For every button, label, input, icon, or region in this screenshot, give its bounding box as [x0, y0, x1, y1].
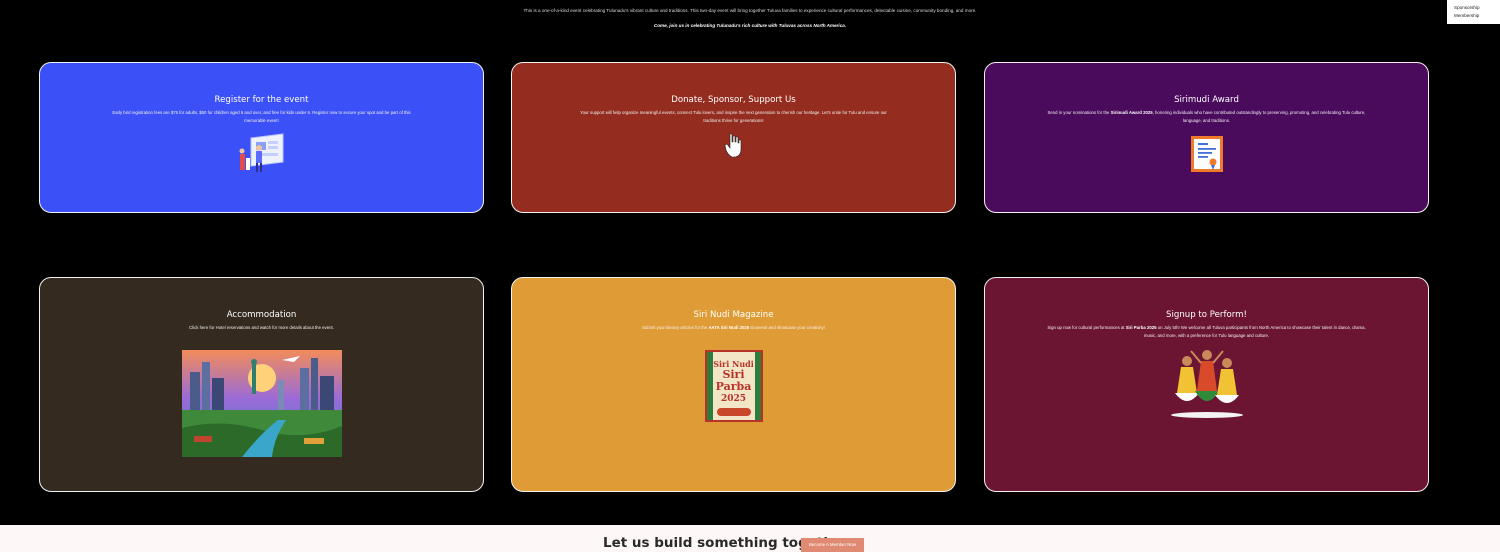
nav-dropdown-menu: Sponsorship Membership: [1447, 0, 1500, 24]
city-collage-image: [181, 350, 342, 458]
card-title: Register for the event: [214, 95, 309, 105]
card-title: Sirimudi Award: [1174, 95, 1239, 105]
card-text: Your support will help organize meaningf…: [580, 110, 887, 124]
card-text: Send in your nominations for the Sirimud…: [1047, 110, 1366, 124]
card-register[interactable]: Register for the event Early bird regist…: [39, 62, 484, 213]
magazine-title: Siri Nudi: [713, 359, 754, 370]
menu-item-sponsorship[interactable]: Sponsorship: [1447, 4, 1500, 12]
card-title: Accommodation: [226, 310, 297, 320]
magazine-cover-image: Siri Nudi Siri Parba 2025: [704, 350, 763, 423]
dancers-illustration: [1167, 347, 1247, 419]
magazine-year: 2025: [720, 394, 747, 405]
registration-illustration: [237, 132, 287, 174]
certificate-icon: [1190, 135, 1223, 172]
card-title: Siri Nudi Magazine: [693, 310, 774, 320]
card-sirimudi-award[interactable]: Sirimudi Award Send in your nominations …: [984, 62, 1429, 213]
card-siri-nudi-magazine[interactable]: Siri Nudi Magazine Submit your literary …: [511, 277, 956, 492]
footer-cta-section: Let us build something together Become A…: [0, 525, 1500, 552]
magazine-subtitle: Siri: [722, 368, 745, 382]
card-text: Submit your literary articles for the AA…: [642, 325, 825, 330]
card-title: Donate, Sponsor, Support Us: [671, 95, 796, 105]
intro-tagline: Come, join us in celebrating Tulunadu's …: [653, 23, 847, 28]
card-donate[interactable]: Donate, Sponsor, Support Us Your support…: [511, 62, 956, 213]
card-signup-perform[interactable]: Signup to Perform! Sign up now for cultu…: [984, 277, 1429, 492]
magazine-subtitle-2: Parba: [715, 380, 752, 394]
become-member-button[interactable]: Become A Member Now: [801, 538, 864, 552]
hand-icon: [724, 132, 744, 158]
card-text: Sign up now for cultural performances at…: [1047, 325, 1366, 339]
card-text: Click here for Hotel reservations and wa…: [189, 325, 334, 330]
menu-item-membership[interactable]: Membership: [1447, 12, 1500, 20]
card-text: Early bird registration fees are $75 for…: [112, 110, 411, 124]
card-accommodation[interactable]: Accommodation Click here for Hotel reser…: [39, 277, 484, 492]
intro-description: This is a one-of-a-kind event celebratin…: [523, 8, 977, 13]
card-title: Signup to Perform!: [1166, 310, 1247, 320]
